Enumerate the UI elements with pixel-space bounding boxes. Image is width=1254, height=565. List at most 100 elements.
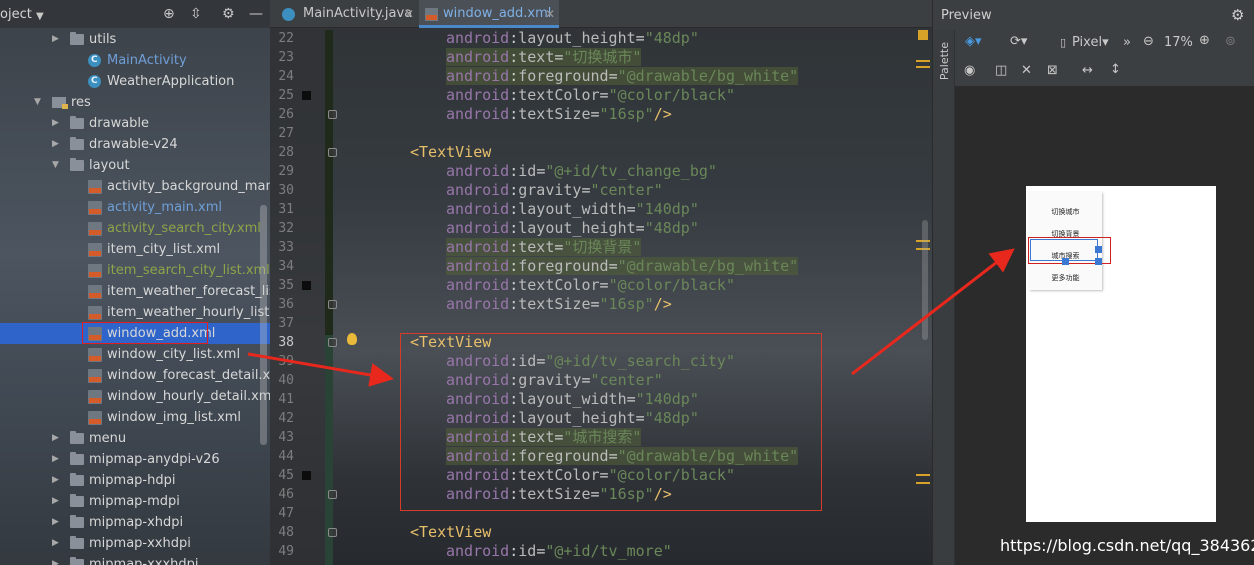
layers-icon[interactable]: ◈▾ (965, 34, 982, 49)
warning-marker[interactable] (918, 30, 928, 40)
tree-item[interactable]: window_forecast_detail.xml (0, 365, 270, 386)
code-line[interactable]: android:layout_height="48dp" (446, 219, 699, 238)
tree-item[interactable]: ▼ layout (0, 155, 270, 176)
no-autoconnect-icon[interactable]: ✕ (1021, 63, 1032, 78)
fold-marker-icon[interactable] (328, 300, 337, 309)
code-line[interactable]: android:text="切换背景" (446, 238, 642, 257)
collapse-all-icon[interactable]: ⇳ (190, 6, 202, 22)
tree-item[interactable]: ▶ mipmap-anydpi-v26 (0, 449, 270, 470)
design-canvas[interactable]: 切换城市 切换背景 城市搜索 更多功能 (955, 86, 1254, 565)
zoom-fit-icon[interactable]: ⊚ (1225, 34, 1236, 49)
lightbulb-icon[interactable] (347, 333, 357, 345)
chevron-right-icon[interactable]: ▶ (52, 29, 59, 50)
vertical-resize-icon[interactable]: ↕ (1110, 62, 1121, 77)
code-line[interactable]: android:foreground="@drawable/bg_white" (446, 257, 799, 276)
close-icon[interactable]: ✕ (404, 0, 414, 28)
palette-tab[interactable]: Palette (938, 42, 951, 80)
palette-sidebar[interactable]: Palette (933, 30, 955, 565)
split-view-icon[interactable]: ◫ (995, 63, 1007, 78)
tree-item[interactable]: activity_background_manage (0, 176, 270, 197)
tree-item[interactable]: MainActivity (0, 50, 270, 71)
fold-marker-icon[interactable] (328, 528, 337, 537)
eye-icon[interactable]: ◉ (964, 63, 975, 78)
tree-item[interactable]: window_city_list.xml (0, 344, 270, 365)
code-line[interactable]: <TextView (410, 523, 491, 542)
resize-handle[interactable] (1095, 246, 1102, 253)
horizontal-resize-icon[interactable]: ↔ (1082, 63, 1093, 78)
fold-marker-icon[interactable] (328, 148, 337, 157)
device-screen[interactable]: 切换城市 切换背景 城市搜索 更多功能 (1026, 186, 1216, 522)
tree-item[interactable]: window_img_list.xml (0, 407, 270, 428)
tree-item[interactable]: item_search_city_list.xml (0, 260, 270, 281)
code-line[interactable]: <TextView (410, 143, 491, 162)
close-icon[interactable]: ✕ (545, 0, 555, 28)
code-line[interactable]: android:textSize="16sp"/> (446, 295, 672, 314)
color-swatch-icon[interactable] (302, 91, 311, 100)
clear-constraints-icon[interactable]: ⊠ (1047, 63, 1058, 78)
chevron-right-icon[interactable]: ▶ (52, 449, 59, 470)
chevron-right-icon[interactable]: ▶ (52, 554, 59, 565)
tree-item[interactable]: ▶ drawable (0, 113, 270, 134)
tree-item[interactable]: item_weather_hourly_list.xml (0, 302, 270, 323)
code-line[interactable]: android:foreground="@drawable/bg_white" (446, 67, 799, 86)
tree-item[interactable]: ▼ res (0, 92, 270, 113)
orientation-icon[interactable]: ⟳▾ (1010, 34, 1027, 49)
code-line[interactable]: android:layout_width="140dp" (446, 200, 699, 219)
color-swatch-icon[interactable] (302, 281, 311, 290)
device-selector[interactable]: Pixel▾ (1072, 35, 1109, 50)
chevron-right-icon[interactable]: ▶ (52, 470, 59, 491)
tree-item[interactable]: item_weather_forecast_list.xm (0, 281, 270, 302)
zoom-out-icon[interactable]: ⊖ (1143, 34, 1154, 49)
code-line[interactable]: android:textColor="@color/black" (446, 276, 735, 295)
tab-window-add[interactable]: window_add.xml ✕ (419, 0, 559, 28)
warning-marker[interactable] (916, 482, 930, 484)
chevron-down-icon[interactable]: ▼ (34, 92, 41, 113)
tree-item[interactable]: ▶ mipmap-xhdpi (0, 512, 270, 533)
chevron-right-icon[interactable]: ▶ (52, 428, 59, 449)
tree-item[interactable]: WeatherApplication (0, 71, 270, 92)
gear-icon[interactable]: ⚙ (1231, 6, 1244, 24)
tree-item[interactable]: activity_search_city.xml (0, 218, 270, 239)
chevron-right-icon[interactable]: ▶ (52, 134, 59, 155)
resize-handle[interactable] (1095, 258, 1102, 265)
zoom-in-icon[interactable]: ⊕ (1199, 33, 1210, 48)
menu-item-more[interactable]: 更多功能 (1029, 267, 1102, 289)
warning-marker[interactable] (916, 66, 930, 68)
editor-scrollbar[interactable] (922, 220, 928, 340)
fold-marker-icon[interactable] (328, 490, 337, 499)
tree-item[interactable]: activity_main.xml (0, 197, 270, 218)
code-line[interactable]: android:gravity="center" (446, 181, 663, 200)
gear-icon[interactable]: ⚙ (222, 6, 235, 22)
chevron-down-icon[interactable]: ▼ (36, 9, 44, 25)
tab-main-activity[interactable]: MainActivity.java ✕ (276, 0, 416, 28)
project-scrollbar[interactable] (260, 205, 267, 445)
chevron-right-icon[interactable]: ▶ (52, 533, 59, 554)
resize-handle[interactable] (1062, 258, 1069, 265)
locate-target-icon[interactable]: ⊕ (163, 6, 175, 22)
menu-item-switch-city[interactable]: 切换城市 (1029, 201, 1102, 223)
overflow-icon[interactable]: » (1123, 35, 1131, 50)
fold-marker-icon[interactable] (328, 110, 337, 119)
code-line[interactable]: android:textSize="16sp"/> (446, 105, 672, 124)
tree-item[interactable]: window_hourly_detail.xml (0, 386, 270, 407)
tree-item[interactable]: ▶ mipmap-hdpi (0, 470, 270, 491)
tree-item[interactable]: ▶ mipmap-xxhdpi (0, 533, 270, 554)
minimize-icon[interactable]: — (249, 6, 263, 22)
code-line[interactable]: android:text="切换城市" (446, 48, 642, 67)
color-swatch-icon[interactable] (302, 471, 311, 480)
warning-marker[interactable] (916, 60, 930, 62)
tree-item[interactable]: ▶ mipmap-xxxhdpi (0, 554, 270, 565)
chevron-down-icon[interactable]: ▼ (52, 155, 59, 176)
code-line[interactable]: android:layout_height="48dp" (446, 29, 699, 48)
code-line[interactable]: android:id="@+id/tv_more" (446, 542, 672, 561)
fold-marker-icon[interactable] (328, 338, 337, 347)
device-icon[interactable]: ▯ (1060, 36, 1066, 49)
chevron-right-icon[interactable]: ▶ (52, 491, 59, 512)
project-view-selector[interactable]: oject (0, 7, 32, 22)
tree-item[interactable]: item_city_list.xml (0, 239, 270, 260)
tree-item[interactable]: ▶ drawable-v24 (0, 134, 270, 155)
chevron-right-icon[interactable]: ▶ (52, 512, 59, 533)
tree-item[interactable]: ▶ menu (0, 428, 270, 449)
tree-item[interactable]: ▶ mipmap-mdpi (0, 491, 270, 512)
chevron-right-icon[interactable]: ▶ (52, 113, 59, 134)
